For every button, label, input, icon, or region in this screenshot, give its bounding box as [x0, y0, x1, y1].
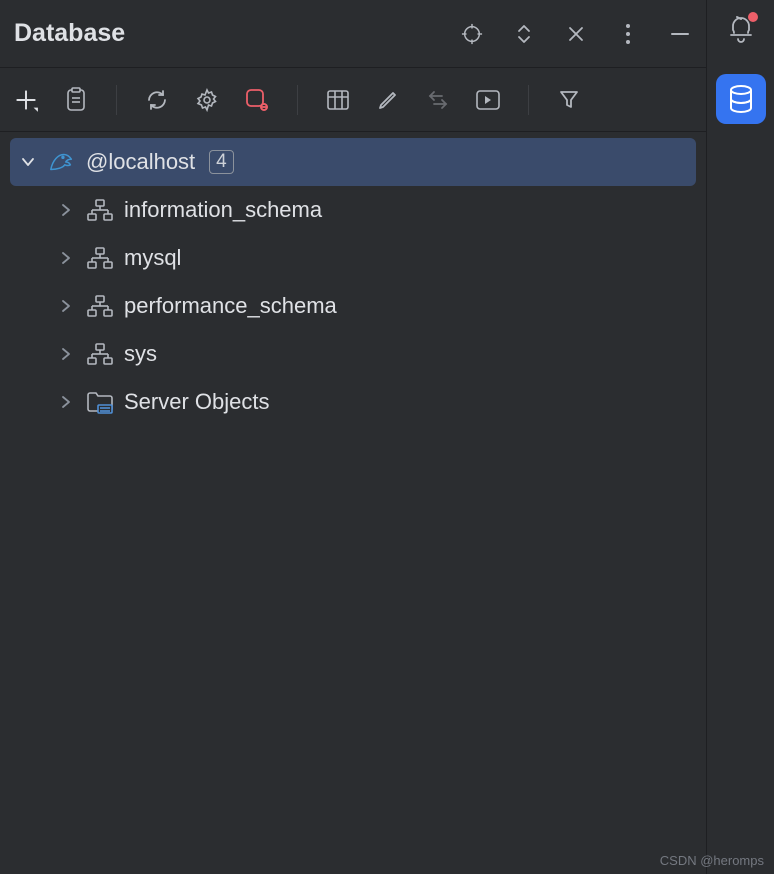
close-icon[interactable] [564, 22, 588, 46]
edit-icon[interactable] [374, 86, 402, 114]
folder-server-icon [86, 388, 114, 416]
schema-icon [86, 196, 114, 224]
add-icon[interactable] [12, 86, 40, 114]
chevron-right-icon[interactable] [56, 392, 76, 412]
watermark: CSDN @heromps [660, 853, 764, 868]
schema-icon [86, 244, 114, 272]
database-tool-button[interactable] [716, 74, 766, 124]
header-actions [460, 22, 692, 46]
database-panel: Database [0, 0, 707, 874]
right-sidebar [707, 0, 774, 874]
panel-header: Database [0, 0, 706, 68]
disconnect-icon[interactable] [243, 86, 271, 114]
minimize-icon[interactable] [668, 22, 692, 46]
filter-icon[interactable] [555, 86, 583, 114]
database-tree: @localhost 4 information_schema mysql [0, 132, 706, 874]
mysql-dolphin-icon [48, 148, 76, 176]
table-icon[interactable] [324, 86, 352, 114]
separator [528, 85, 529, 115]
toolbar [0, 68, 706, 132]
chevron-right-icon[interactable] [56, 344, 76, 364]
console-icon[interactable] [474, 86, 502, 114]
chevron-right-icon[interactable] [56, 200, 76, 220]
schema-label: performance_schema [124, 293, 337, 319]
schema-node[interactable]: information_schema [10, 186, 696, 234]
connection-label: @localhost [86, 149, 195, 175]
chevron-down-icon[interactable] [18, 152, 38, 172]
server-objects-node[interactable]: Server Objects [10, 378, 696, 426]
schema-node[interactable]: sys [10, 330, 696, 378]
schema-label: information_schema [124, 197, 322, 223]
schema-label: mysql [124, 245, 181, 271]
notification-dot-icon [748, 12, 758, 22]
separator [116, 85, 117, 115]
connection-node[interactable]: @localhost 4 [10, 138, 696, 186]
ddl-icon[interactable] [62, 86, 90, 114]
separator [297, 85, 298, 115]
target-icon[interactable] [460, 22, 484, 46]
chevron-right-icon[interactable] [56, 296, 76, 316]
panel-title: Database [14, 19, 460, 48]
schema-count-badge: 4 [209, 150, 234, 174]
settings-icon[interactable] [193, 86, 221, 114]
schema-icon [86, 292, 114, 320]
expand-collapse-icon[interactable] [512, 22, 536, 46]
server-objects-label: Server Objects [124, 389, 270, 415]
schema-label: sys [124, 341, 157, 367]
schema-node[interactable]: mysql [10, 234, 696, 282]
transfer-icon[interactable] [424, 86, 452, 114]
more-icon[interactable] [616, 22, 640, 46]
chevron-right-icon[interactable] [56, 248, 76, 268]
refresh-icon[interactable] [143, 86, 171, 114]
schema-node[interactable]: performance_schema [10, 282, 696, 330]
notifications-button[interactable] [726, 14, 756, 44]
schema-icon [86, 340, 114, 368]
